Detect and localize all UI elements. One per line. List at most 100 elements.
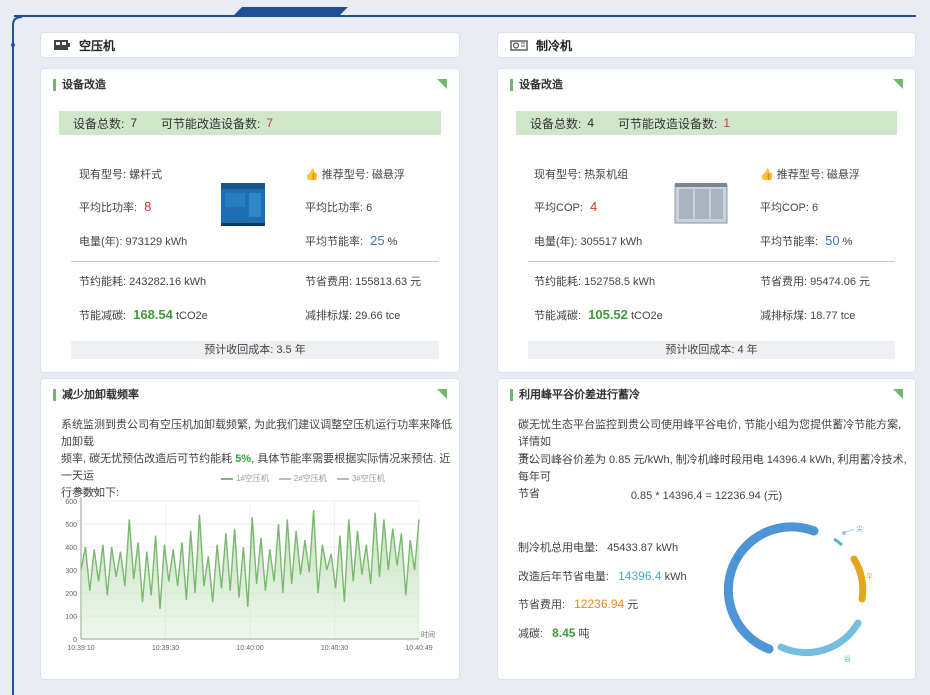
annual-saved-power-unit: kWh (664, 571, 687, 583)
current-model-value: 热泵机组 (584, 169, 629, 181)
carbon-reduction-value: 105.52 (588, 307, 628, 322)
avg-power-recommended-label: 平均比功率: (305, 202, 364, 214)
annual-power-value: 305517 kWh (580, 236, 643, 248)
annual-power-field: 电量(年): 305517 kWh (534, 233, 642, 249)
total-devices-value: 4 (587, 116, 595, 130)
coal-reduction-label: 减排标煤: (760, 310, 808, 322)
frame-left-line (12, 44, 14, 695)
y-tick-label: 500 (65, 522, 77, 529)
ring-segment-flat (850, 555, 867, 603)
corner-marker (437, 79, 447, 89)
carbon-value: 8.45 (552, 626, 576, 640)
carbon-field: 减碳: 8.45 吨 (518, 625, 590, 641)
payback-bar: 预计收回成本: 4 年 (528, 341, 895, 359)
y-tick-label: 600 (65, 499, 77, 506)
air-compressor-retrofit-card: 设备改造 设备总数: 7 可节能改造设备数: 7 现有型号: 螺杆式 👍 推荐型… (40, 68, 460, 373)
cost-saved-value: 95474.06 元 (810, 276, 871, 288)
coal-reduction-value: 18.77 tce (810, 310, 856, 322)
cost-saved-field: 节省费用: 155813.63 元 (305, 273, 421, 289)
saved-cost-value: 12236.94 (574, 597, 625, 611)
ring-segment-sharp (833, 537, 843, 547)
avg-power-current-field: 平均比功率: 8 (79, 199, 151, 215)
carbon-reduction-unit: tCO2e (175, 310, 208, 322)
ring-label-flat: 平 (866, 573, 873, 581)
y-tick-label: 300 (65, 568, 77, 575)
energy-saved-label: 节约能耗: (534, 276, 582, 288)
ring-segment-valley (777, 619, 862, 657)
annual-power-value: 973129 kWh (125, 236, 188, 248)
coal-reduction-field: 减排标煤: 29.66 tce (305, 307, 400, 323)
card-title: 设备改造 (510, 79, 563, 91)
chiller-title: 制冷机 (536, 38, 573, 53)
carbon-unit: 吨 (578, 628, 590, 640)
saving-rate-value: 25 (370, 233, 385, 248)
cost-saved-label: 节省费用: (305, 276, 353, 288)
current-model-label: 现有型号: (79, 169, 127, 181)
current-model-field: 现有型号: 热泵机组 (534, 166, 628, 182)
cost-saved-label: 节省费用: (760, 276, 808, 288)
energy-saved-field: 节约能耗: 152758.5 kWh (534, 273, 655, 289)
carbon-reduction-field: 节能减碳: 168.54 tCO2e (79, 307, 208, 323)
annual-power-field: 电量(年): 973129 kWh (79, 233, 187, 249)
avg-cop-recommended-field: 平均COP: 6 (760, 199, 818, 215)
saving-rate-value: 50 (825, 233, 840, 248)
cost-saved-field: 节省费用: 95474.06 元 (760, 273, 870, 289)
y-axis-title: 电流(A) (75, 486, 98, 495)
saving-rate-field: 平均节能率: 50 % (760, 233, 852, 249)
card-title: 设备改造 (53, 79, 106, 91)
air-compressor-title: 空压机 (79, 38, 116, 53)
thumbs-up-icon: 👍 (760, 169, 774, 181)
saving-rate-unit: % (387, 236, 398, 248)
avg-cop-recommended-value: 6 (811, 202, 819, 214)
retro-devices-label: 可节能改造设备数: (618, 116, 718, 131)
chiller-icon (510, 40, 528, 51)
saving-rate-field: 平均节能率: 25 % (305, 233, 397, 249)
ring-label-peak: 峰 (734, 554, 741, 563)
saved-cost-field: 节省费用: 12236.94 元 (518, 596, 638, 612)
coal-reduction-label: 减排标煤: (305, 310, 353, 322)
recommended-model-field: 👍 推荐型号: 磁悬浮 (305, 166, 405, 182)
y-tick-label: 200 (65, 591, 77, 598)
recommended-model-value: 磁悬浮 (371, 169, 405, 181)
current-model-label: 现有型号: (534, 169, 582, 181)
corner-marker (893, 79, 903, 89)
avg-cop-current-value: 4 (589, 199, 598, 214)
y-tick-label: 400 (65, 545, 77, 552)
saving-rate-label: 平均节能率: (305, 236, 364, 248)
x-tick-label: 10:40:49 (405, 645, 432, 652)
carbon-reduction-label: 节能减碳: (79, 310, 127, 322)
avg-cop-recommended-label: 平均COP: (760, 202, 809, 214)
total-devices-value: 7 (130, 116, 138, 130)
summary-bar: 设备总数: 7 可节能改造设备数: 7 (59, 111, 441, 135)
thumbs-up-icon: 👍 (305, 169, 319, 181)
annual-saved-power-value: 14396.4 (618, 569, 662, 583)
carbon-reduction-field: 节能减碳: 105.52 tCO2e (534, 307, 663, 323)
frame-tab-decoration (232, 7, 348, 17)
avg-power-recommended-value: 6 (366, 202, 373, 214)
carbon-label: 减碳: (518, 628, 544, 640)
coal-reduction-field: 减排标煤: 18.77 tce (760, 307, 855, 323)
compressor-icon (54, 40, 70, 50)
frame-corner (11, 16, 23, 47)
chiller-total-power-label: 制冷机总用电量: (518, 542, 599, 554)
chiller-retrofit-card: 设备改造 设备总数: 4 可节能改造设备数: 1 现有型号: 热泵机组 👍 推荐… (497, 68, 916, 373)
chiller-total-power-field: 制冷机总用电量: 45433.87 kWh (518, 539, 678, 555)
annual-power-label: 电量(年): (79, 236, 123, 248)
ring-segment-peak (724, 522, 819, 654)
summary-bar: 设备总数: 4 可节能改造设备数: 1 (516, 111, 897, 135)
divider (528, 261, 895, 262)
current-model-field: 现有型号: 螺杆式 (79, 166, 162, 182)
peak-valley-card: 利用峰平谷价差进行蓄冷 碳无忧生态平台监控到贵公司使用峰平谷电价, 节能小组为您… (497, 378, 916, 680)
annual-saved-power-label: 改造后年节省电量: (518, 571, 610, 583)
carbon-reduction-label: 节能减碳: (534, 310, 582, 322)
saving-formula: 0.85 * 14396.4 = 12236.94 (元) (630, 490, 783, 502)
avg-power-recommended-field: 平均比功率: 6 (305, 199, 372, 215)
annual-power-label: 电量(年): (534, 236, 578, 248)
tariff-ring-chart: 尖 峰 平 谷 (724, 522, 873, 663)
x-tick-label: 10:39:30 (152, 645, 179, 652)
y-tick-label: 0 (73, 637, 77, 644)
avg-power-current-value: 8 (144, 199, 152, 214)
coal-reduction-value: 29.66 tce (355, 310, 401, 322)
saved-cost-unit: 元 (627, 599, 639, 611)
x-axis-title: 时间 (421, 630, 435, 639)
